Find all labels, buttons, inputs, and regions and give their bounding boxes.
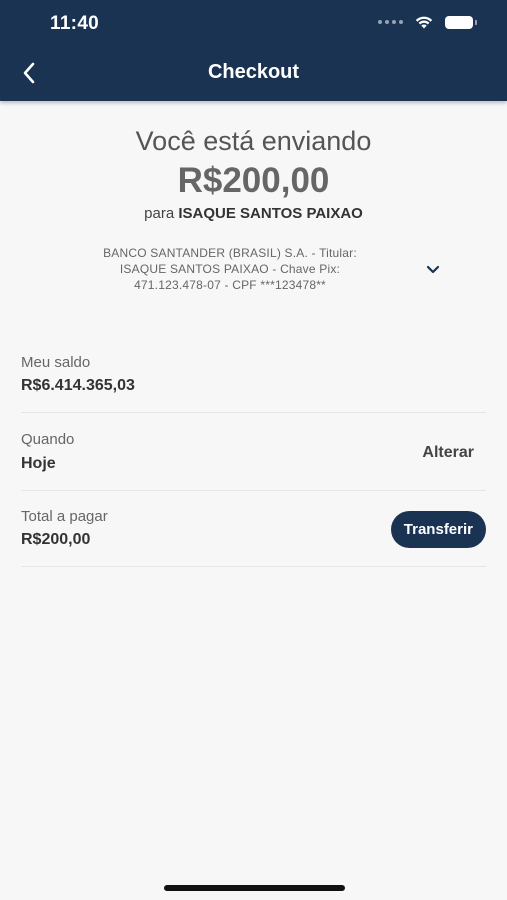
recipient-name: ISAQUE SANTOS PAIXAO xyxy=(178,205,363,222)
signal-icon xyxy=(378,20,403,24)
transfer-button[interactable]: Transferir xyxy=(390,511,486,548)
recipient-line: para ISAQUE SANTOS PAIXAO xyxy=(0,205,507,222)
balance-row: Meu saldo R$6.414.365,03 xyxy=(21,348,486,413)
wifi-icon xyxy=(415,16,433,29)
page-title: Checkout xyxy=(207,61,300,83)
change-date-link[interactable]: Alterar xyxy=(422,444,474,462)
schedule-row: Quando Hoje Alterar xyxy=(21,413,486,491)
total-row: Total a pagar R$200,00 Transferir xyxy=(21,491,486,567)
schedule-value: Hoje xyxy=(21,455,56,472)
sending-label: Você está enviando xyxy=(135,126,372,156)
header-bar: 11:40 Checkout xyxy=(0,0,507,101)
balance-label: Meu saldo xyxy=(21,354,91,371)
checkout-screen: 11:40 Checkout Você está enviando R$200,… xyxy=(0,0,507,900)
battery-icon xyxy=(445,15,477,29)
bank-details-line: 471.123.478-07 - CPF ***123478** xyxy=(134,278,326,292)
transfer-summary: Você está enviando R$200,00 para ISAQUE … xyxy=(0,126,507,222)
bank-details-line: BANCO SANTANDER (BRASIL) S.A. - Titular: xyxy=(103,246,357,260)
home-indicator xyxy=(164,885,345,891)
transfer-amount: R$200,00 xyxy=(177,161,330,200)
balance-value: R$6.414.365,03 xyxy=(21,377,135,394)
recipient-prefix: para xyxy=(144,205,175,222)
schedule-label: Quando xyxy=(21,431,75,448)
status-time: 11:40 xyxy=(50,13,100,34)
expand-details-button[interactable] xyxy=(422,258,444,280)
bank-details-line: ISAQUE SANTOS PAIXAO - Chave Pix: xyxy=(119,262,341,276)
total-value: R$200,00 xyxy=(21,531,91,548)
chevron-down-icon xyxy=(426,265,440,273)
status-icons xyxy=(378,15,477,29)
total-label: Total a pagar xyxy=(21,508,108,525)
bank-details: BANCO SANTANDER (BRASIL) S.A. - Titular:… xyxy=(40,245,420,293)
